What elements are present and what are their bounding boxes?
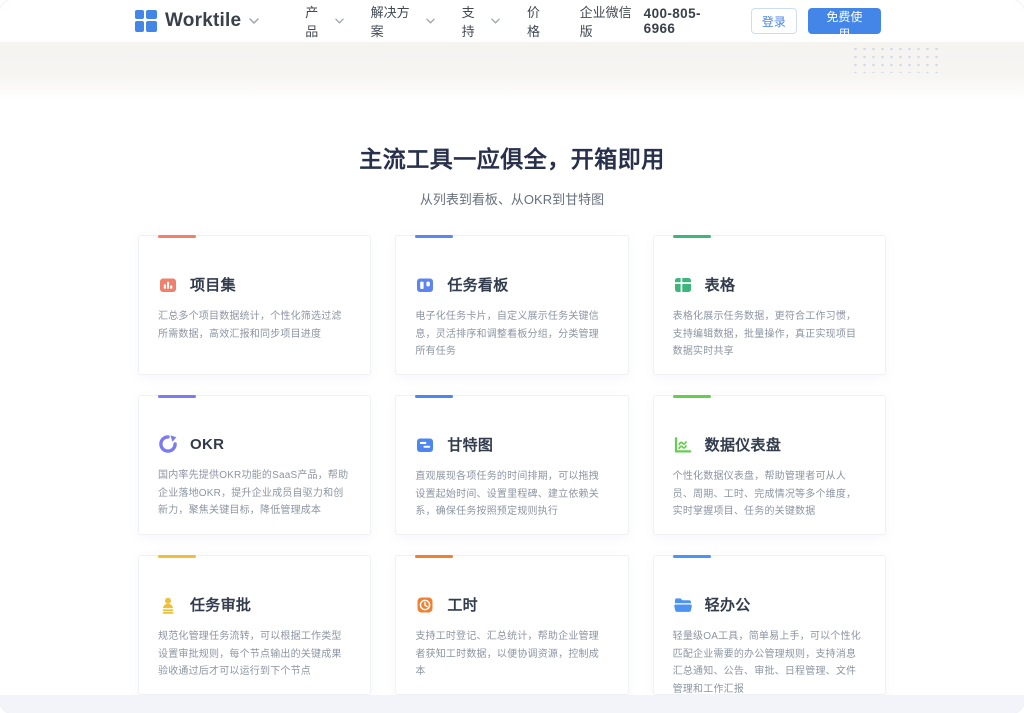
card-description: 规范化管理任务流转，可以根据工作类型设置审批规则，每个节点输出的关键成果验收通过…: [158, 628, 351, 681]
feature-card-table: 表格 表格化展示任务数据，更符合工作习惯，支持编辑数据，批量操作，真正实现项目数…: [653, 235, 886, 375]
card-description: 直观展现各项任务的时间排期，可以拖拽设置起始时间、设置里程碑、建立依赖关系，确保…: [415, 468, 608, 521]
card-title: 数据仪表盘: [705, 434, 782, 455]
card-title: 甘特图: [447, 434, 493, 455]
table-icon: [673, 275, 693, 295]
nav-item-support[interactable]: 支持: [462, 2, 500, 40]
card-accent-line: [673, 395, 711, 398]
card-title: 轻办公: [705, 594, 751, 615]
nav-item-pricing[interactable]: 价格: [527, 2, 553, 40]
features-section: 主流工具一应俱全，开箱即用 从列表到看板、从OKR到甘特图 项目集 汇总多个项目…: [0, 140, 1024, 695]
card-description: 表格化展示任务数据，更符合工作习惯，支持编辑数据，批量操作，真正实现项目数据实时…: [673, 308, 866, 361]
card-accent-line: [673, 555, 711, 558]
nav-item-label: 价格: [527, 2, 553, 40]
chevron-down-icon: [249, 18, 259, 24]
feature-card-approval: 任务审批 规范化管理任务流转，可以根据工作类型设置审批规则，每个节点输出的关键成…: [138, 555, 371, 695]
card-accent-line: [158, 555, 196, 558]
feature-card-kanban: 任务看板 电子化任务卡片，自定义展示任务关键信息，灵活排序和调整看板分组，分类管…: [395, 235, 628, 375]
approval-user-icon: [158, 595, 178, 615]
chevron-down-icon: [335, 18, 344, 24]
free-trial-button[interactable]: 免费使用: [808, 8, 881, 34]
card-description: 国内率先提供OKR功能的SaaS产品，帮助企业落地OKR，提升企业成员自驱力和创…: [158, 467, 351, 520]
chevron-down-icon: [491, 18, 500, 24]
nav-item-label: 产品: [305, 2, 330, 40]
nav-item-label: 解决方案: [371, 2, 422, 40]
next-section-edge: [0, 695, 1024, 713]
kanban-board-icon: [415, 275, 435, 295]
worktile-logo-icon: [135, 10, 157, 32]
card-description: 个性化数据仪表盘，帮助管理者可从人员、周期、工时、完成情况等多个维度，实时掌握项…: [673, 468, 866, 521]
main-menu: 产品 解决方案 支持 价格 企业微信版: [305, 2, 643, 40]
nav-item-wechat-work[interactable]: 企业微信版: [580, 2, 644, 40]
card-accent-line: [415, 235, 453, 238]
dashboard-chart-icon: [673, 435, 693, 455]
feature-card-dashboard: 数据仪表盘 个性化数据仪表盘，帮助管理者可从人员、周期、工时、完成情况等多个维度…: [653, 395, 886, 535]
brand-name: Worktile: [165, 10, 241, 32]
feature-card-work-hours: 工时 支持工时登记、汇总统计，帮助企业管理者获知工时数据，以便协调资源，控制成本: [395, 555, 628, 695]
office-folder-icon: [673, 595, 693, 615]
feature-card-project-portfolio: 项目集 汇总多个项目数据统计，个性化筛选过滤所需数据，高效汇报和同步项目进度: [138, 235, 371, 375]
feature-card-gantt: 甘特图 直观展现各项任务的时间排期，可以拖拽设置起始时间、设置里程碑、建立依赖关…: [395, 395, 628, 535]
card-description: 轻量级OA工具，简单易上手，可以个性化匹配企业需要的办公管理规则，支持消息汇总通…: [673, 628, 866, 698]
card-title: 工时: [447, 594, 478, 615]
work-hours-clock-icon: [415, 595, 435, 615]
feature-grid: 项目集 汇总多个项目数据统计，个性化筛选过滤所需数据，高效汇报和同步项目进度 任…: [138, 235, 886, 695]
project-portfolio-icon: [158, 275, 178, 295]
dot-pattern-decoration: [851, 45, 938, 73]
nav-item-products[interactable]: 产品: [305, 2, 343, 40]
phone-number: 400-805-6966: [644, 6, 731, 36]
navbar-actions: 400-805-6966 登录 免费使用: [644, 6, 881, 36]
card-title: 项目集: [190, 274, 236, 295]
feature-card-okr: OKR 国内率先提供OKR功能的SaaS产品，帮助企业落地OKR，提升企业成员自…: [138, 395, 371, 535]
nav-item-solutions[interactable]: 解决方案: [371, 2, 435, 40]
okr-target-icon: [158, 434, 178, 454]
card-description: 电子化任务卡片，自定义展示任务关键信息，灵活排序和调整看板分组，分类管理所有任务: [415, 308, 608, 361]
hero-band: [0, 42, 1024, 100]
worktile-landing-page: Worktile 产品 解决方案 支持 价格 企业微信版: [0, 0, 1024, 713]
nav-item-label: 企业微信版: [580, 2, 644, 40]
card-accent-line: [673, 235, 711, 238]
card-title: 任务审批: [190, 594, 251, 615]
card-title: 表格: [705, 274, 736, 295]
brand-home-link[interactable]: Worktile: [135, 10, 259, 32]
card-title: 任务看板: [447, 274, 508, 295]
card-title: OKR: [190, 436, 224, 453]
login-button[interactable]: 登录: [751, 8, 797, 34]
card-accent-line: [158, 235, 196, 238]
feature-card-light-office: 轻办公 轻量级OA工具，简单易上手，可以个性化匹配企业需要的办公管理规则，支持消…: [653, 555, 886, 695]
nav-item-label: 支持: [462, 2, 487, 40]
card-accent-line: [415, 395, 453, 398]
card-description: 支持工时登记、汇总统计，帮助企业管理者获知工时数据，以便协调资源，控制成本: [415, 628, 608, 681]
top-navbar: Worktile 产品 解决方案 支持 价格 企业微信版: [0, 0, 1024, 42]
chevron-down-icon: [426, 18, 435, 24]
card-description: 汇总多个项目数据统计，个性化筛选过滤所需数据，高效汇报和同步项目进度: [158, 308, 351, 343]
section-subtitle: 从列表到看板、从OKR到甘特图: [0, 189, 1024, 208]
section-title: 主流工具一应俱全，开箱即用: [0, 140, 1024, 174]
gantt-chart-icon: [415, 435, 435, 455]
card-accent-line: [415, 555, 453, 558]
card-accent-line: [158, 395, 196, 398]
